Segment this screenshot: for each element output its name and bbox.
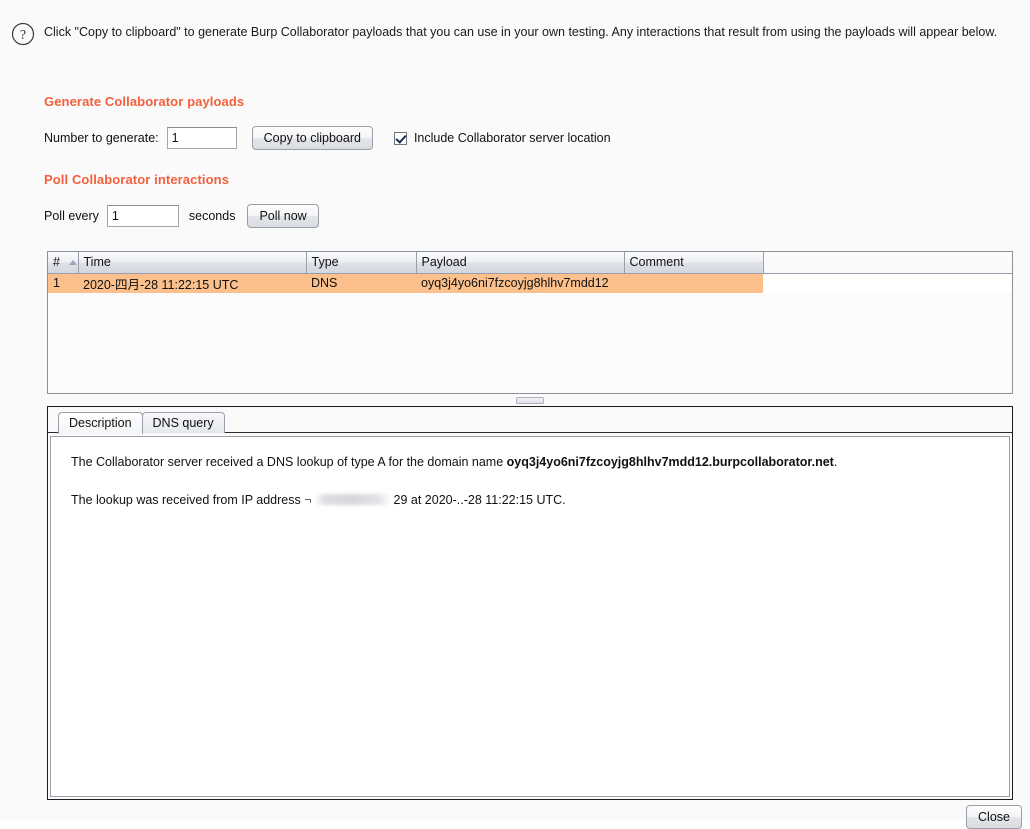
column-header-number-label: # [53,255,60,270]
include-server-location-label: Include Collaborator server location [413,131,611,145]
description-panel: The Collaborator server received a DNS l… [50,436,1010,797]
poll-controls-row: Poll every seconds Poll now [44,204,319,228]
generate-section-heading: Generate Collaborator payloads [44,94,245,109]
column-header-filler [763,252,1012,274]
ip-address-tail: 29 [393,493,408,507]
sort-ascending-icon [69,260,77,266]
column-header-number[interactable]: # [48,252,79,274]
poll-interval-input[interactable] [106,205,179,227]
redacted-ip-address [313,494,392,505]
description-line-2: The lookup was received from IP address … [71,491,989,509]
intro-text: Click "Copy to clipboard" to generate Bu… [44,25,998,39]
column-header-payload[interactable]: Payload [416,252,625,274]
redaction-marker: ¬ [304,493,312,507]
seconds-label: seconds [188,209,236,223]
table-header-row: # Time Type Payload Comment [48,252,1012,274]
description-line-1: The Collaborator server received a DNS l… [71,453,989,471]
question-circle-icon: ? [11,22,35,46]
cell-type: DNS [306,273,416,293]
description-line-1-prefix: The Collaborator server received a DNS l… [71,455,507,469]
column-header-type[interactable]: Type [306,252,417,274]
splitter-grip-icon[interactable] [516,397,544,404]
checkbox-box[interactable] [393,131,407,145]
interactions-table-panel[interactable]: # Time Type Payload Comment 1 2020-四月-28… [47,251,1013,394]
cell-payload: oyq3j4yo6ni7fzcoyjg8hlhv7mdd12 [416,273,624,293]
close-button[interactable]: Close [966,805,1022,829]
cell-number: 1 [48,273,78,293]
table-row[interactable]: 1 2020-四月-28 11:22:15 UTC DNS oyq3j4yo6n… [48,273,1012,293]
svg-text:?: ? [20,28,26,43]
description-line-2-suffix: at 2020-..-28 11:22:15 UTC. [407,493,566,507]
tab-description[interactable]: Description [58,412,143,434]
column-header-comment[interactable]: Comment [624,252,764,274]
cell-comment [624,273,763,293]
column-header-time[interactable]: Time [78,252,307,274]
number-to-generate-label: Number to generate: [44,131,159,145]
tab-dns-query[interactable]: DNS query [141,412,225,433]
interactions-table[interactable]: # Time Type Payload Comment 1 2020-四月-28… [48,252,1012,293]
panel-splitter[interactable] [47,396,1013,406]
generate-controls-row: Number to generate: Copy to clipboard In… [44,126,611,150]
description-line-2-prefix: The lookup was received from IP address [71,493,305,507]
description-line-1-suffix: . [833,455,838,469]
cell-filler [763,273,1012,293]
collaborator-domain-name: oyq3j4yo6ni7fzcoyjg8hlhv7mdd12.burpcolla… [506,455,834,469]
poll-section-heading: Poll Collaborator interactions [44,172,230,187]
poll-every-label: Poll every [44,209,99,223]
number-to-generate-input[interactable] [166,127,237,149]
detail-tab-strip: Description DNS query [48,407,1012,434]
cell-time: 2020-四月-28 11:22:15 UTC [78,273,306,293]
intro-block: ? Click "Copy to clipboard" to generate … [0,0,1030,46]
detail-tab-area: Description DNS query The Collaborator se… [47,406,1013,800]
close-button-wrapper: Close [966,805,1022,829]
description-body: The Collaborator server received a DNS l… [51,437,1009,509]
poll-now-button[interactable]: Poll now [247,204,319,228]
include-server-location-checkbox[interactable]: Include Collaborator server location [393,131,611,145]
copy-to-clipboard-button[interactable]: Copy to clipboard [251,126,373,150]
